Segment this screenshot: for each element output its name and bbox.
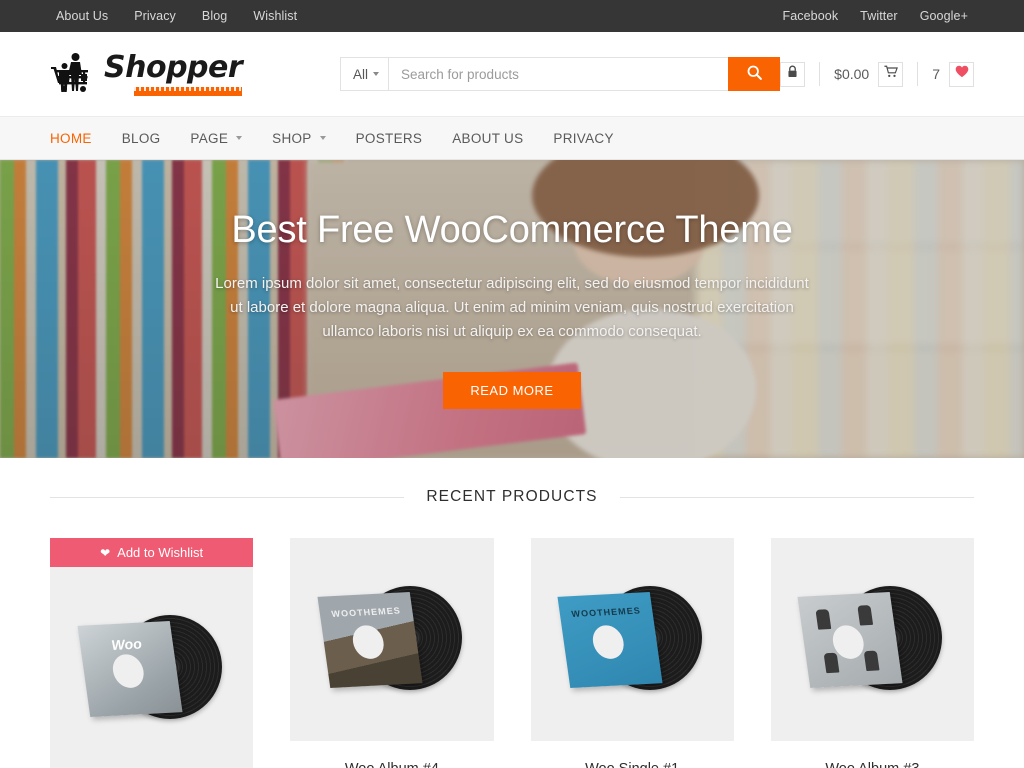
search-category-select[interactable]: All	[340, 57, 389, 91]
topbar-link-about-us[interactable]: About Us	[56, 7, 108, 25]
top-utility-bar: About Us Privacy Blog Wishlist Facebook …	[0, 0, 1024, 32]
product-image[interactable]	[770, 538, 974, 741]
social-link-label[interactable]: Facebook	[782, 9, 838, 23]
lock-icon	[787, 65, 798, 83]
product-card[interactable]: WOOTHEMES Woo Album #4 ★★★★★	[290, 538, 494, 768]
social-link-twitter[interactable]: Twitter	[860, 7, 898, 25]
shopping-cart-logo-icon	[50, 50, 102, 99]
cart-total-amount: $0.00	[834, 66, 870, 82]
topbar-link-blog[interactable]: Blog	[202, 7, 227, 25]
section-header: RECENT PRODUCTS	[50, 488, 975, 506]
product-grid: ❤ Add to Wishlist Woo ADD TO CART Woo Si…	[50, 538, 974, 768]
product-image[interactable]: Woo	[50, 567, 254, 768]
site-header: Shopper All Search for products $0.00 7	[0, 32, 1024, 116]
topbar-link-label[interactable]: Wishlist	[253, 9, 297, 23]
section-rule-right	[619, 496, 975, 498]
header-divider	[917, 62, 919, 86]
social-link-facebook[interactable]: Facebook	[782, 7, 838, 25]
hero-title: Best Free WooCommerce Theme	[231, 208, 793, 251]
search-icon	[746, 64, 763, 84]
recent-products-section: RECENT PRODUCTS ❤ Add to Wishlist Woo AD…	[0, 458, 1024, 768]
nav-list: HOME BLOG PAGE SHOP POSTERS ABOUT US PRI…	[50, 131, 644, 146]
product-title[interactable]: Woo Album #4	[290, 761, 493, 768]
nav-item-privacy[interactable]: PRIVACY	[553, 131, 613, 146]
topbar-link-label[interactable]: About Us	[56, 9, 108, 23]
nav-link-label[interactable]: POSTERS	[356, 131, 423, 146]
product-image[interactable]: WOOTHEMES	[530, 538, 734, 741]
sleeve-artwork-text	[800, 604, 892, 609]
nav-link-label[interactable]: PAGE	[190, 131, 228, 146]
nav-link-label[interactable]: PRIVACY	[553, 131, 613, 146]
add-to-wishlist-label: Add to Wishlist	[117, 545, 204, 560]
sleeve-artwork-text: Woo	[109, 635, 143, 653]
search-input[interactable]	[388, 57, 728, 91]
hero-subtitle: Lorem ipsum dolor sit amet, consectetur …	[215, 274, 809, 341]
main-navigation: HOME BLOG PAGE SHOP POSTERS ABOUT US PRI…	[0, 116, 1024, 160]
product-card[interactable]: Woo Album #3 ★★★★★	[770, 538, 974, 768]
nav-item-shop[interactable]: SHOP	[272, 131, 326, 146]
section-title: RECENT PRODUCTS	[426, 488, 598, 505]
brand-underline-decoration	[134, 86, 243, 96]
social-link-label[interactable]: Google+	[920, 9, 968, 23]
header-divider	[819, 62, 821, 86]
heart-icon: ❤	[100, 545, 111, 560]
search-submit-button[interactable]	[728, 57, 780, 91]
nav-item-posters[interactable]: POSTERS	[356, 131, 423, 146]
nav-link-label[interactable]: SHOP	[272, 131, 311, 146]
topbar-link-label[interactable]: Privacy	[134, 9, 176, 23]
shopping-cart-icon	[884, 65, 898, 83]
product-card[interactable]: ❤ Add to Wishlist Woo ADD TO CART Woo Si…	[50, 538, 254, 768]
brand-logo-link[interactable]: Shopper	[50, 50, 295, 99]
product-title[interactable]: Woo Album #3	[771, 761, 974, 768]
social-link-label[interactable]: Twitter	[860, 9, 898, 23]
sleeve-artwork-text: WOOTHEMES	[570, 605, 642, 619]
product-search-form: All	[340, 57, 780, 91]
header-actions: $0.00 7	[780, 61, 974, 87]
chevron-down-icon	[319, 136, 326, 140]
nav-item-about-us[interactable]: ABOUT US	[452, 131, 523, 146]
nav-link-label[interactable]: HOME	[50, 131, 92, 146]
hero-content: Best Free WooCommerce Theme Lorem ipsum …	[0, 160, 1024, 458]
read-more-button[interactable]: READ MORE	[443, 372, 581, 410]
wishlist-count: 7	[932, 66, 940, 82]
add-to-wishlist-button[interactable]: ❤ Add to Wishlist	[50, 538, 254, 567]
brand-wordmark: Shopper	[104, 49, 243, 96]
search-category-label: All	[353, 66, 369, 82]
sleeve-artwork-text: WOOTHEMES	[330, 605, 402, 619]
section-rule-left	[50, 496, 405, 498]
topbar-link-label[interactable]: Blog	[202, 9, 227, 23]
cart-button[interactable]	[878, 61, 904, 87]
topbar-link-wishlist[interactable]: Wishlist	[253, 7, 297, 25]
topbar-social-links: Facebook Twitter Google+	[782, 7, 968, 25]
nav-item-page[interactable]: PAGE	[190, 131, 243, 146]
heart-icon	[955, 65, 969, 83]
account-lock-button[interactable]	[780, 61, 806, 87]
social-link-googleplus[interactable]: Google+	[920, 7, 968, 25]
nav-link-label[interactable]: ABOUT US	[452, 131, 523, 146]
chevron-down-icon	[236, 136, 243, 140]
topbar-link-privacy[interactable]: Privacy	[134, 7, 176, 25]
chevron-down-icon	[373, 72, 380, 76]
wishlist-button[interactable]	[949, 61, 974, 87]
product-image[interactable]: WOOTHEMES	[290, 538, 494, 741]
product-title[interactable]: Woo Single #1	[531, 761, 734, 768]
topbar-left-links: About Us Privacy Blog Wishlist	[56, 7, 297, 25]
nav-link-label[interactable]: BLOG	[122, 131, 161, 146]
product-card[interactable]: WOOTHEMES Woo Single #1 ★★★★★	[530, 538, 734, 768]
brand-name-text: Shopper	[104, 49, 243, 85]
hero-banner: Best Free WooCommerce Theme Lorem ipsum …	[0, 160, 1024, 458]
nav-item-home[interactable]: HOME	[50, 131, 92, 146]
nav-item-blog[interactable]: BLOG	[122, 131, 161, 146]
